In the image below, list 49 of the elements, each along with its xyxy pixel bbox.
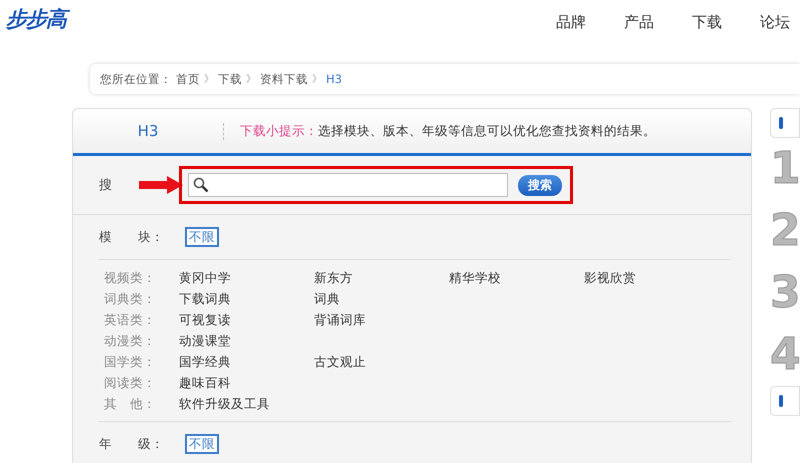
category-link[interactable]: 背诵词库 bbox=[314, 312, 449, 329]
breadcrumb-link[interactable]: 下载 bbox=[218, 72, 242, 86]
category-link[interactable]: 古文观止 bbox=[314, 354, 449, 371]
side-card bbox=[770, 108, 800, 138]
step-number: 1 bbox=[770, 142, 800, 196]
category-label: 阅读类： bbox=[103, 375, 157, 392]
step-number: 3 bbox=[770, 266, 800, 320]
nav-link[interactable]: 论坛 bbox=[760, 12, 790, 32]
breadcrumb-link[interactable]: 首页 bbox=[176, 72, 200, 86]
search-button[interactable]: 搜索 bbox=[518, 174, 562, 196]
breadcrumb-link[interactable]: 资料下载 bbox=[260, 72, 308, 86]
filter-label: 模 块： bbox=[99, 228, 165, 246]
category-link[interactable]: 软件升级及工具 bbox=[179, 396, 314, 413]
category-link[interactable]: 精华学校 bbox=[449, 270, 584, 287]
breadcrumb-label: 您所在位置： bbox=[100, 72, 172, 86]
search-icon bbox=[193, 177, 209, 193]
nav-link[interactable]: 下载 bbox=[692, 12, 722, 32]
category-link[interactable]: 新东方 bbox=[314, 270, 449, 287]
filter-option[interactable]: 不限 bbox=[185, 434, 219, 454]
category-link[interactable]: 趣味百科 bbox=[179, 375, 314, 392]
search-field[interactable] bbox=[188, 173, 508, 197]
breadcrumb-separator: 》 bbox=[204, 73, 214, 86]
category-label: 其 他： bbox=[103, 396, 157, 413]
category-link[interactable]: 黄冈中学 bbox=[179, 270, 314, 287]
step-number: 2 bbox=[770, 204, 800, 258]
breadcrumb-separator: 》 bbox=[312, 73, 322, 86]
search-label: 搜 bbox=[99, 177, 113, 194]
category-label: 英语类： bbox=[103, 312, 157, 329]
arrow-icon bbox=[139, 176, 183, 194]
download-tip: 下载小提示：选择模块、版本、年级等信息可以优化您查找资料的结果。 bbox=[223, 122, 656, 140]
category-link[interactable]: 可视复读 bbox=[179, 312, 314, 329]
category-link[interactable]: 下载词典 bbox=[179, 291, 314, 308]
side-card bbox=[770, 386, 800, 416]
category-label: 词典类： bbox=[103, 291, 157, 308]
nav-link[interactable]: 品牌 bbox=[556, 12, 586, 32]
category-link[interactable]: 词典 bbox=[314, 291, 449, 308]
filter-option[interactable]: 不限 bbox=[185, 227, 219, 247]
category-link[interactable]: 影视欣赏 bbox=[584, 270, 719, 287]
nav-link[interactable]: 产品 bbox=[624, 12, 654, 32]
step-number: 4 bbox=[770, 328, 800, 382]
category-link[interactable]: 国学经典 bbox=[179, 354, 314, 371]
category-link[interactable]: 动漫课堂 bbox=[179, 333, 314, 350]
category-label: 国学类： bbox=[103, 354, 157, 371]
panel-title: H3 bbox=[136, 122, 160, 140]
breadcrumb-separator: 》 bbox=[246, 73, 256, 86]
category-label: 视频类： bbox=[103, 270, 157, 287]
category-label: 动漫类： bbox=[103, 333, 157, 350]
filter-label: 年 级： bbox=[99, 436, 165, 452]
breadcrumb-link[interactable]: H3 bbox=[326, 72, 342, 86]
